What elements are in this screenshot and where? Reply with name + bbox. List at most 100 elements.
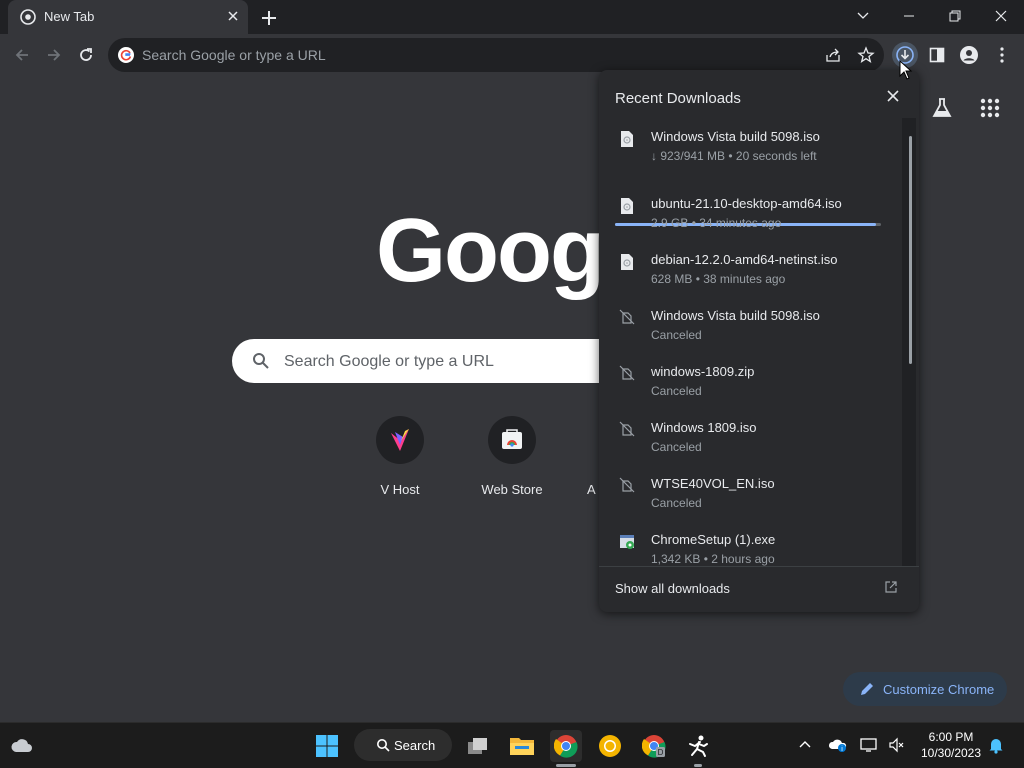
omnibox[interactable]: Search Google or type a URL bbox=[108, 38, 884, 72]
taskbar-search-label: Search bbox=[394, 738, 436, 753]
weather-icon[interactable] bbox=[6, 730, 38, 762]
web-store-icon bbox=[488, 416, 536, 464]
download-item[interactable]: Windows 1809.iso Canceled bbox=[599, 411, 903, 467]
canceled-file-icon bbox=[619, 365, 635, 381]
tab-strip: New Tab bbox=[0, 0, 1024, 34]
tab-new-tab[interactable]: New Tab bbox=[8, 0, 248, 34]
download-item[interactable]: Windows Vista build 5098.iso ↓ 923/941 M… bbox=[599, 120, 903, 176]
running-app-icon[interactable] bbox=[682, 730, 714, 762]
close-window-button[interactable] bbox=[978, 0, 1024, 32]
active-app-indicator bbox=[556, 764, 576, 767]
chrome-dev-icon[interactable]: D bbox=[638, 730, 670, 762]
reload-button[interactable] bbox=[73, 42, 99, 68]
download-item[interactable]: windows-1809.zip Canceled bbox=[599, 355, 903, 411]
share-icon[interactable] bbox=[824, 46, 842, 64]
show-all-downloads-label: Show all downloads bbox=[615, 581, 730, 596]
svg-text:D: D bbox=[658, 748, 664, 757]
canceled-file-icon bbox=[619, 477, 635, 493]
download-name: debian-12.2.0-amd64-netinst.iso bbox=[651, 252, 838, 267]
running-indicator bbox=[694, 764, 702, 767]
canceled-file-icon bbox=[619, 421, 635, 437]
shortcut-v-host[interactable]: V Host bbox=[344, 416, 456, 497]
volume-muted-icon[interactable] bbox=[888, 737, 904, 753]
side-panel-icon[interactable] bbox=[924, 42, 950, 68]
shortcut-label: Web Store bbox=[481, 482, 543, 497]
open-external-icon bbox=[885, 581, 897, 593]
tab-close-icon[interactable] bbox=[226, 9, 240, 23]
chrome-canary-icon[interactable] bbox=[594, 730, 626, 762]
download-status: 2.9 GB • 34 minutes ago bbox=[651, 216, 782, 230]
show-all-downloads[interactable]: Show all downloads bbox=[599, 566, 919, 612]
new-tab-button[interactable] bbox=[258, 7, 280, 29]
task-view-icon[interactable] bbox=[462, 730, 494, 762]
pencil-icon bbox=[859, 681, 875, 697]
shortcut-web-store[interactable]: Web Store bbox=[456, 416, 568, 497]
file-icon bbox=[619, 130, 635, 148]
download-item[interactable]: ChromeSetup (1).exe 1,342 KB • 2 hours a… bbox=[599, 523, 903, 566]
labs-flask-icon[interactable] bbox=[930, 96, 954, 120]
download-status: Canceled bbox=[651, 328, 702, 342]
ntp-search-input[interactable]: Search Google or type a URL bbox=[284, 353, 494, 371]
customize-chrome-button[interactable]: Customize Chrome bbox=[843, 672, 1007, 706]
download-name: windows-1809.zip bbox=[651, 364, 755, 379]
back-button[interactable] bbox=[9, 42, 35, 68]
onedrive-icon[interactable]: i bbox=[828, 737, 848, 753]
download-name: Windows Vista build 5098.iso bbox=[651, 129, 820, 144]
download-status: Canceled bbox=[651, 384, 702, 398]
clock-time: 6:00 PM bbox=[928, 730, 974, 744]
download-status: ↓ 923/941 MB • 20 seconds left bbox=[651, 149, 817, 163]
windows-taskbar: Search D i 6:00 PM 10/30/2023 bbox=[0, 722, 1024, 768]
downloads-scrollbar-thumb[interactable] bbox=[909, 136, 912, 364]
close-icon[interactable] bbox=[887, 90, 899, 102]
downloads-bubble: Recent Downloads Windows Vista build 509… bbox=[599, 70, 919, 612]
download-item[interactable]: WTSE40VOL_EN.iso Canceled bbox=[599, 467, 903, 523]
customize-label: Customize Chrome bbox=[883, 682, 995, 697]
v-host-icon bbox=[376, 416, 424, 464]
shortcut-label: V Host bbox=[380, 482, 420, 497]
google-g-icon bbox=[118, 47, 134, 63]
search-icon bbox=[376, 738, 390, 752]
download-name: ChromeSetup (1).exe bbox=[651, 532, 776, 547]
download-name: WTSE40VOL_EN.iso bbox=[651, 476, 775, 491]
tab-search-icon[interactable] bbox=[840, 0, 886, 32]
profile-avatar-icon[interactable] bbox=[956, 42, 982, 68]
taskbar-clock[interactable]: 6:00 PM 10/30/2023 bbox=[918, 729, 984, 761]
chrome-taskbar-icon[interactable] bbox=[550, 730, 582, 762]
shortcut-label: Ac bbox=[587, 482, 596, 497]
chrome-favicon-icon bbox=[20, 9, 36, 25]
file-explorer-icon[interactable] bbox=[506, 730, 538, 762]
forward-button[interactable] bbox=[41, 42, 67, 68]
menu-dots-icon[interactable] bbox=[989, 42, 1015, 68]
taskbar-search[interactable]: Search bbox=[354, 729, 452, 761]
omnibox-input[interactable]: Search Google or type a URL bbox=[142, 47, 326, 63]
download-status: Canceled bbox=[651, 496, 702, 510]
file-icon bbox=[619, 197, 635, 215]
bookmark-star-icon[interactable] bbox=[857, 46, 875, 64]
clock-date: 10/30/2023 bbox=[920, 746, 982, 760]
file-icon bbox=[619, 253, 635, 271]
downloads-title: Recent Downloads bbox=[615, 90, 741, 107]
download-name: Windows Vista build 5098.iso bbox=[651, 308, 820, 323]
notification-bell-icon[interactable] bbox=[988, 736, 1004, 754]
download-status: 1,342 KB • 2 hours ago bbox=[651, 552, 775, 566]
download-item[interactable]: debian-12.2.0-amd64-netinst.iso 628 MB •… bbox=[599, 243, 903, 299]
download-status: Canceled bbox=[651, 440, 702, 454]
network-display-icon[interactable] bbox=[860, 737, 878, 753]
start-windows-icon[interactable] bbox=[311, 730, 343, 762]
minimize-button[interactable] bbox=[886, 0, 932, 32]
show-hidden-icons-chevron-icon[interactable] bbox=[798, 737, 812, 751]
download-name: Windows 1809.iso bbox=[651, 420, 757, 435]
download-status: 628 MB • 38 minutes ago bbox=[651, 272, 786, 286]
shortcut-partial[interactable]: Ac bbox=[556, 416, 596, 497]
search-icon bbox=[252, 352, 270, 370]
downloads-list: Windows Vista build 5098.iso ↓ 923/941 M… bbox=[599, 120, 903, 566]
download-name: ubuntu-21.10-desktop-amd64.iso bbox=[651, 196, 842, 211]
download-item[interactable]: ubuntu-21.10-desktop-amd64.iso 2.9 GB • … bbox=[599, 187, 903, 243]
google-apps-icon[interactable] bbox=[980, 98, 1000, 118]
installer-exe-icon bbox=[619, 533, 637, 551]
google-logo: Googl bbox=[376, 201, 628, 301]
tab-title: New Tab bbox=[44, 9, 95, 24]
mouse-cursor-icon bbox=[899, 60, 913, 80]
download-item[interactable]: Windows Vista build 5098.iso Canceled bbox=[599, 299, 903, 355]
restore-button[interactable] bbox=[932, 0, 978, 32]
